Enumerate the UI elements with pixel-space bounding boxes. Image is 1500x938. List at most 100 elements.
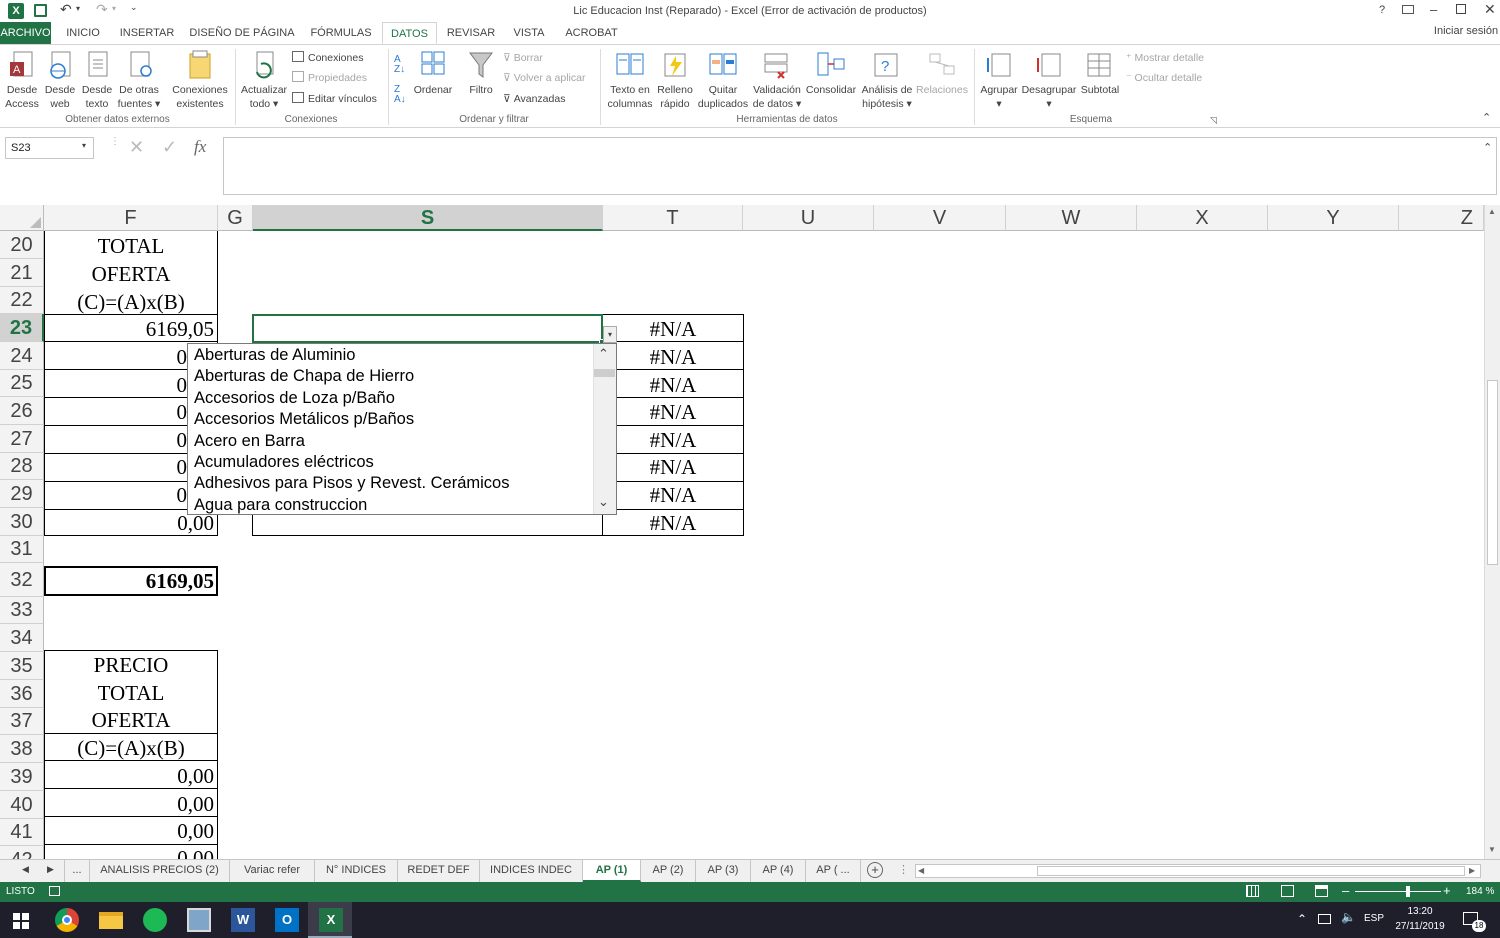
column-header-w[interactable]: W — [1006, 205, 1137, 231]
sheet-nav-next-icon[interactable]: ▶ — [47, 864, 54, 875]
insert-function-icon[interactable]: fx — [194, 137, 206, 157]
cell-f35[interactable]: PRECIO — [44, 653, 218, 678]
sheet-tab-redet-def[interactable]: REDET DEF — [398, 860, 480, 882]
row-header-28[interactable]: 28 — [0, 453, 44, 480]
row-header-30[interactable]: 30 — [0, 508, 44, 536]
sheet-tab-ap-more[interactable]: AP ( ... — [806, 860, 861, 882]
row-header-33[interactable]: 33 — [0, 597, 44, 624]
scroll-down-icon[interactable]: ▼ — [1488, 845, 1496, 854]
filtro-button[interactable]: Filtro — [462, 50, 500, 97]
cell-f40[interactable]: 0,00 — [44, 792, 214, 817]
dropdown-item[interactable]: Aberturas de Aluminio — [194, 346, 355, 365]
tray-chevron-icon[interactable]: ⌃ — [1297, 912, 1307, 926]
dropdown-item[interactable]: Acumuladores eléctricos — [194, 453, 374, 472]
undo-dropdown-icon[interactable]: ▾ — [76, 4, 80, 13]
collapse-ribbon-icon[interactable]: ⌃ — [1482, 111, 1491, 124]
undo-icon[interactable]: ↶ — [60, 1, 72, 18]
column-header-u[interactable]: U — [743, 205, 874, 231]
sheet-tab-indices-indec[interactable]: INDICES INDEC — [480, 860, 583, 882]
ribbon-display-options-icon[interactable] — [1402, 5, 1414, 14]
row-header-27[interactable]: 27 — [0, 425, 44, 453]
selected-cell-s23[interactable] — [252, 314, 603, 343]
row-header-41[interactable]: 41 — [0, 819, 44, 846]
avanzadas-button[interactable]: ⊽ Avanzadas — [503, 90, 565, 108]
column-header-v[interactable]: V — [874, 205, 1006, 231]
close-button[interactable]: ✕ — [1484, 1, 1496, 18]
sort-az-icon[interactable]: A Z↓ — [394, 55, 405, 75]
quitar-duplicados-button[interactable]: Quitar duplicados — [696, 50, 750, 111]
cell-f41[interactable]: 0,00 — [44, 819, 214, 844]
outlook-icon[interactable]: O — [275, 908, 299, 932]
qat-customize-icon[interactable]: ⌄ — [130, 2, 138, 13]
row-header-23[interactable]: 23 — [0, 314, 44, 342]
conexiones-button[interactable]: Conexiones — [292, 49, 363, 67]
cell-t24[interactable]: #N/A — [602, 345, 744, 370]
cell-f32[interactable]: 6169,05 — [44, 569, 214, 594]
cell-f37[interactable]: OFERTA — [44, 708, 218, 733]
row-header-36[interactable]: 36 — [0, 680, 44, 708]
tab-datos[interactable]: DATOS — [382, 22, 437, 44]
zoom-level[interactable]: 184 % — [1466, 886, 1494, 897]
formula-input[interactable] — [223, 137, 1497, 195]
editar-vinculos-button[interactable]: Editar vínculos — [292, 90, 377, 108]
name-box[interactable]: S23 — [5, 137, 94, 159]
texto-columnas-button[interactable]: Texto en columnas — [604, 50, 656, 111]
sheet-tab-more[interactable]: ... — [64, 860, 90, 882]
row-header-38[interactable]: 38 — [0, 735, 44, 763]
dropdown-scroll-down-icon[interactable]: ⌄ — [598, 494, 609, 510]
sheet-nav-prev-icon[interactable]: ◀ — [22, 864, 29, 875]
confirm-entry-icon[interactable]: ✓ — [162, 137, 177, 158]
cell-f39[interactable]: 0,00 — [44, 764, 214, 789]
row-header-39[interactable]: 39 — [0, 763, 44, 791]
relaciones-button[interactable]: Relaciones — [914, 50, 970, 97]
tab-vista[interactable]: VISTA — [508, 22, 550, 44]
dropdown-scroll-up-icon[interactable]: ⌃ — [598, 346, 609, 362]
cell-f36[interactable]: TOTAL — [44, 681, 218, 706]
redo-dropdown-icon[interactable]: ▾ — [112, 4, 116, 13]
cell-f24[interactable]: 0 — [44, 345, 188, 370]
page-layout-view-icon[interactable] — [1281, 885, 1294, 897]
sheet-tab-n-indices[interactable]: N° INDICES — [315, 860, 398, 882]
cell-f42[interactable]: 0,00 — [44, 846, 214, 859]
row-header-25[interactable]: 25 — [0, 370, 44, 397]
row-header-34[interactable]: 34 — [0, 624, 44, 652]
row-header-20[interactable]: 20 — [0, 231, 44, 259]
tab-insertar[interactable]: INSERTAR — [117, 22, 177, 44]
row-header-35[interactable]: 35 — [0, 652, 44, 680]
row-header-29[interactable]: 29 — [0, 480, 44, 508]
cell-f26[interactable]: 0 — [44, 400, 188, 425]
sheet-tab-ap-3[interactable]: AP (3) — [696, 860, 751, 882]
tabs-splitter-icon[interactable]: ⋮ — [898, 863, 909, 876]
desde-access-button[interactable]: A Desde Access — [3, 50, 41, 111]
row-header-40[interactable]: 40 — [0, 791, 44, 819]
agrupar-button[interactable]: Agrupar ▾ — [976, 50, 1022, 111]
chrome-icon[interactable] — [55, 908, 79, 932]
sheet-tab-ap-2[interactable]: AP (2) — [641, 860, 696, 882]
clock-time[interactable]: 13:20 — [1398, 906, 1442, 917]
row-header-37[interactable]: 37 — [0, 708, 44, 735]
sheet-tab-ap-4[interactable]: AP (4) — [751, 860, 806, 882]
word-icon[interactable]: W — [231, 908, 255, 932]
row-header-22[interactable]: 22 — [0, 287, 44, 314]
dropdown-item[interactable]: Accesorios de Loza p/Baño — [194, 389, 395, 408]
minimize-button[interactable]: – — [1430, 2, 1437, 17]
cell-f20[interactable]: TOTAL — [44, 234, 218, 259]
column-header-s[interactable]: S — [253, 205, 603, 231]
row-header-26[interactable]: 26 — [0, 397, 44, 425]
macro-record-icon[interactable] — [49, 886, 60, 896]
cell-t26[interactable]: #N/A — [602, 400, 744, 425]
cell-f29[interactable]: 0 — [44, 483, 188, 508]
desagrupar-button[interactable]: Desagrupar ▾ — [1020, 50, 1078, 111]
sheet-tab-ap-1[interactable]: AP (1) — [583, 860, 641, 882]
sign-in-link[interactable]: Iniciar sesión — [1432, 20, 1500, 42]
windows-start-icon[interactable] — [13, 913, 29, 929]
cell-t28[interactable]: #N/A — [602, 455, 744, 480]
cell-f21[interactable]: OFERTA — [44, 262, 218, 287]
scroll-thumb[interactable] — [1487, 380, 1498, 565]
zoom-slider[interactable] — [1355, 891, 1441, 892]
dropdown-scroll-thumb[interactable] — [594, 369, 615, 377]
validacion-datos-button[interactable]: Validación de datos ▾ — [750, 50, 804, 111]
restore-button[interactable] — [1456, 4, 1466, 14]
otras-fuentes-button[interactable]: De otras fuentes ▾ — [116, 50, 162, 111]
clock-date[interactable]: 27/11/2019 — [1393, 921, 1447, 932]
